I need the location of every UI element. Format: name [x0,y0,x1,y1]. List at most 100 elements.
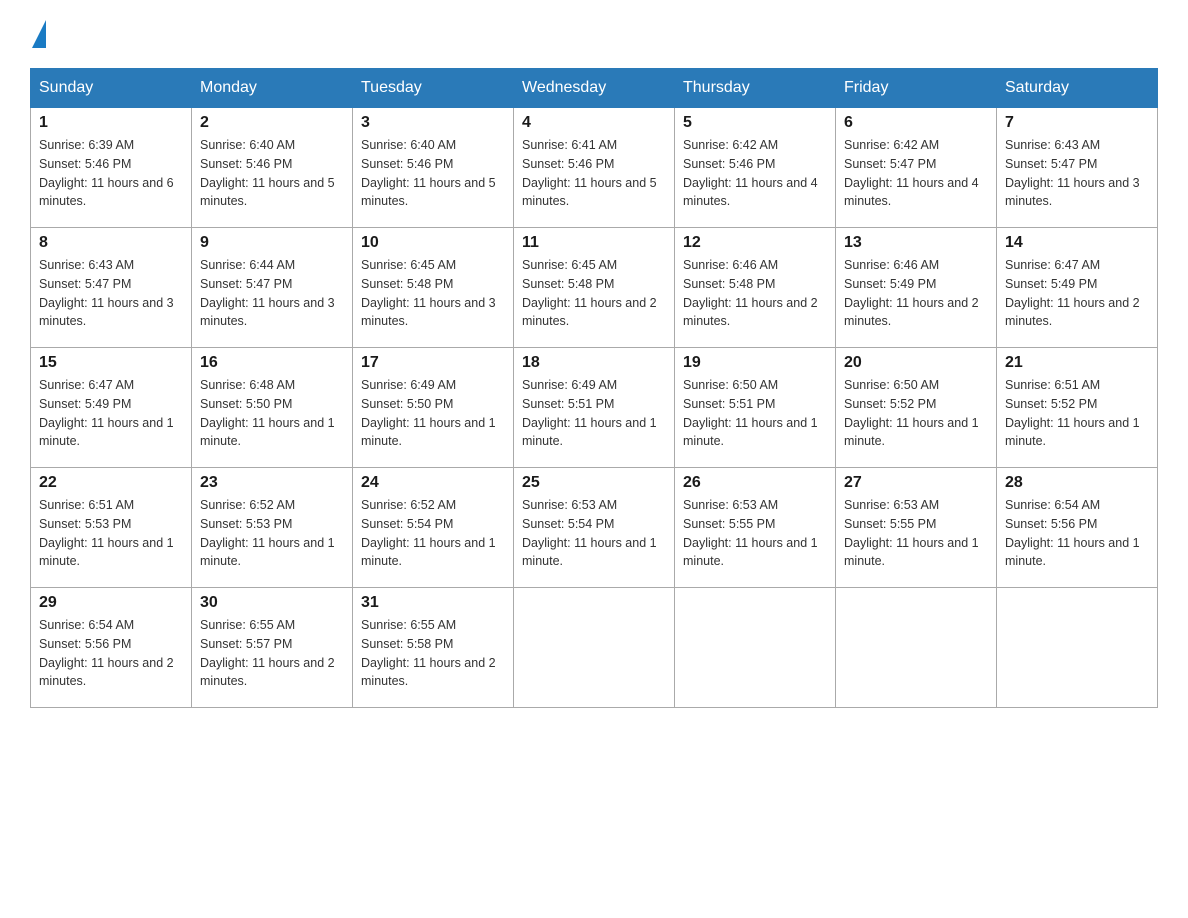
daylight-info: Daylight: 11 hours and 3 minutes. [1005,174,1149,212]
daylight-info: Daylight: 11 hours and 2 minutes. [1005,294,1149,332]
header-tuesday: Tuesday [353,69,514,108]
day-number: 20 [844,354,988,372]
day-info: Sunrise: 6:45 AMSunset: 5:48 PMDaylight:… [361,256,505,331]
daylight-info: Daylight: 11 hours and 1 minute. [683,534,827,572]
calendar-day-cell: 5Sunrise: 6:42 AMSunset: 5:46 PMDaylight… [675,108,836,228]
sunset-info: Sunset: 5:47 PM [200,275,344,294]
day-number: 9 [200,234,344,252]
sunset-info: Sunset: 5:46 PM [200,155,344,174]
day-info: Sunrise: 6:50 AMSunset: 5:51 PMDaylight:… [683,376,827,451]
day-number: 8 [39,234,183,252]
sunset-info: Sunset: 5:52 PM [1005,395,1149,414]
sunset-info: Sunset: 5:56 PM [1005,515,1149,534]
daylight-info: Daylight: 11 hours and 1 minute. [200,534,344,572]
sunrise-info: Sunrise: 6:45 AM [361,256,505,275]
day-info: Sunrise: 6:48 AMSunset: 5:50 PMDaylight:… [200,376,344,451]
daylight-info: Daylight: 11 hours and 1 minute. [1005,414,1149,452]
sunrise-info: Sunrise: 6:55 AM [361,616,505,635]
sunset-info: Sunset: 5:50 PM [361,395,505,414]
daylight-info: Daylight: 11 hours and 1 minute. [39,414,183,452]
sunrise-info: Sunrise: 6:51 AM [1005,376,1149,395]
sunset-info: Sunset: 5:50 PM [200,395,344,414]
day-number: 10 [361,234,505,252]
daylight-info: Daylight: 11 hours and 1 minute. [844,534,988,572]
page-header [30,20,1158,48]
sunrise-info: Sunrise: 6:53 AM [683,496,827,515]
day-number: 23 [200,474,344,492]
day-info: Sunrise: 6:44 AMSunset: 5:47 PMDaylight:… [200,256,344,331]
day-info: Sunrise: 6:50 AMSunset: 5:52 PMDaylight:… [844,376,988,451]
header-sunday: Sunday [31,69,192,108]
calendar-day-cell: 15 Sunrise: 6:47 AMSunset: 5:49 PMDayligh… [31,348,192,468]
day-number: 27 [844,474,988,492]
day-number: 7 [1005,114,1149,132]
sunset-info: Sunset: 5:53 PM [39,515,183,534]
day-number: 24 [361,474,505,492]
day-number: 14 [1005,234,1149,252]
sunrise-info: Sunrise: 6:48 AM [200,376,344,395]
sunrise-info: Sunrise: 6:49 AM [361,376,505,395]
day-info: Sunrise: 6:52 AMSunset: 5:54 PMDaylight:… [361,496,505,571]
logo-blue-row [30,20,46,48]
day-number: 15 [39,354,183,372]
day-number: 25 [522,474,666,492]
calendar-day-cell: 22Sunrise: 6:51 AMSunset: 5:53 PMDayligh… [31,468,192,588]
calendar-day-cell: 29 Sunrise: 6:54 AMSunset: 5:56 PMDayligh… [31,588,192,708]
day-info: Sunrise: 6:43 AMSunset: 5:47 PMDaylight:… [39,256,183,331]
day-info: Sunrise: 6:40 AMSunset: 5:46 PMDaylight:… [361,136,505,211]
day-info: Sunrise: 6:45 AMSunset: 5:48 PMDaylight:… [522,256,666,331]
day-info: Sunrise: 6:49 AMSunset: 5:50 PMDaylight:… [361,376,505,451]
day-info: Sunrise: 6:49 AMSunset: 5:51 PMDaylight:… [522,376,666,451]
sunset-info: Sunset: 5:56 PM [39,635,183,654]
calendar-day-cell: 2Sunrise: 6:40 AMSunset: 5:46 PMDaylight… [192,108,353,228]
daylight-info: Daylight: 11 hours and 5 minutes. [522,174,666,212]
day-number: 29 [39,594,183,612]
daylight-info: Daylight: 11 hours and 1 minute. [844,414,988,452]
sunrise-info: Sunrise: 6:52 AM [361,496,505,515]
sunrise-info: Sunrise: 6:47 AM [1005,256,1149,275]
calendar-week-row: 29 Sunrise: 6:54 AMSunset: 5:56 PMDayligh… [31,588,1158,708]
day-info: Sunrise: 6:39 AMSunset: 5:46 PMDaylight:… [39,136,183,211]
daylight-info: Daylight: 11 hours and 6 minutes. [39,174,183,212]
sunrise-info: Sunrise: 6:41 AM [522,136,666,155]
day-number: 1 [39,114,183,132]
daylight-info: Daylight: 11 hours and 2 minutes. [200,654,344,692]
header-friday: Friday [836,69,997,108]
daylight-info: Daylight: 11 hours and 3 minutes. [200,294,344,332]
day-number: 16 [200,354,344,372]
calendar-header: SundayMondayTuesdayWednesdayThursdayFrid… [31,69,1158,108]
day-info: Sunrise: 6:41 AMSunset: 5:46 PMDaylight:… [522,136,666,211]
day-info: Sunrise: 6:54 AMSunset: 5:56 PMDaylight:… [39,616,183,691]
sunset-info: Sunset: 5:46 PM [522,155,666,174]
sunrise-info: Sunrise: 6:52 AM [200,496,344,515]
sunrise-info: Sunrise: 6:53 AM [522,496,666,515]
sunrise-info: Sunrise: 6:42 AM [683,136,827,155]
day-number: 26 [683,474,827,492]
calendar-day-cell: 8 Sunrise: 6:43 AMSunset: 5:47 PMDaylight… [31,228,192,348]
daylight-info: Daylight: 11 hours and 1 minute. [522,534,666,572]
day-number: 13 [844,234,988,252]
sunrise-info: Sunrise: 6:54 AM [1005,496,1149,515]
daylight-info: Daylight: 11 hours and 1 minute. [200,414,344,452]
day-info: Sunrise: 6:53 AMSunset: 5:54 PMDaylight:… [522,496,666,571]
day-info: Sunrise: 6:55 AMSunset: 5:57 PMDaylight:… [200,616,344,691]
day-info: Sunrise: 6:47 AMSunset: 5:49 PMDaylight:… [39,376,183,451]
calendar-day-cell: 16 Sunrise: 6:48 AMSunset: 5:50 PMDayligh… [192,348,353,468]
sunset-info: Sunset: 5:54 PM [361,515,505,534]
logo-triangle-icon [32,20,46,48]
day-number: 22 [39,474,183,492]
calendar-day-cell: 4Sunrise: 6:41 AMSunset: 5:46 PMDaylight… [514,108,675,228]
sunset-info: Sunset: 5:49 PM [39,395,183,414]
calendar-body: 1 Sunrise: 6:39 AMSunset: 5:46 PMDaylight… [31,108,1158,708]
calendar-week-row: 22Sunrise: 6:51 AMSunset: 5:53 PMDayligh… [31,468,1158,588]
sunset-info: Sunset: 5:51 PM [522,395,666,414]
calendar-week-row: 8 Sunrise: 6:43 AMSunset: 5:47 PMDaylight… [31,228,1158,348]
calendar-day-cell: 20 Sunrise: 6:50 AMSunset: 5:52 PMDayligh… [836,348,997,468]
sunset-info: Sunset: 5:55 PM [683,515,827,534]
calendar-day-cell: 24 Sunrise: 6:52 AMSunset: 5:54 PMDayligh… [353,468,514,588]
day-info: Sunrise: 6:53 AMSunset: 5:55 PMDaylight:… [683,496,827,571]
day-number: 5 [683,114,827,132]
calendar-day-cell: 1 Sunrise: 6:39 AMSunset: 5:46 PMDaylight… [31,108,192,228]
sunset-info: Sunset: 5:47 PM [844,155,988,174]
sunset-info: Sunset: 5:46 PM [39,155,183,174]
